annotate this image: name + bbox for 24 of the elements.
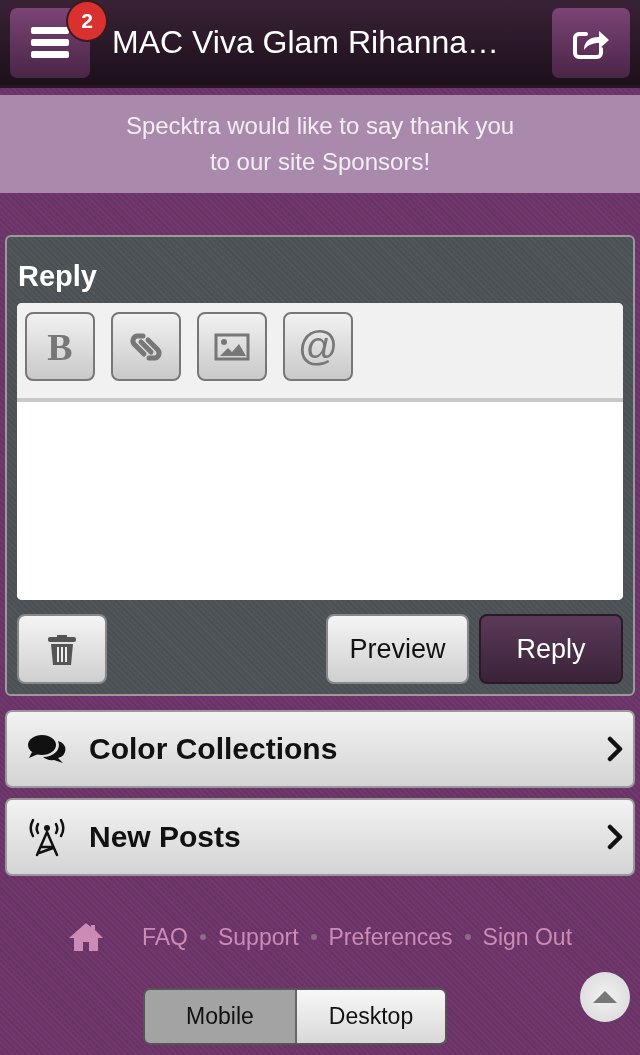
chevron-icon — [607, 736, 623, 762]
view-option[interactable]: Desktop — [295, 990, 445, 1043]
link-button[interactable] — [111, 312, 181, 381]
banner-text: Specktra would like to say thank you — [125, 111, 515, 141]
page-title: MAC Viva Glam Rihanna… — [111, 24, 501, 61]
scroll-top-button[interactable] — [580, 972, 630, 1022]
delete-button[interactable] — [17, 614, 107, 684]
chevron-icon — [607, 824, 623, 850]
nav-label: New Posts — [89, 820, 242, 854]
notification-badge: 2 — [68, 1, 106, 40]
up-arrow-icon — [592, 990, 618, 1004]
panel-title: Reply — [17, 259, 98, 294]
reply-button[interactable]: Reply — [479, 614, 623, 684]
preview-button[interactable]: Preview — [326, 614, 469, 684]
nav-label: Color Collections — [89, 732, 339, 766]
share-button[interactable] — [552, 7, 630, 78]
view-option[interactable]: Mobile — [145, 990, 295, 1043]
banner-text: to our site Sponsors! — [209, 147, 431, 177]
nav-item[interactable]: New Posts — [5, 798, 635, 876]
home-link[interactable] — [67, 922, 104, 952]
nav-item[interactable]: Color Collections — [5, 710, 635, 788]
image-button[interactable] — [197, 312, 267, 381]
image-icon — [214, 332, 250, 361]
menu-icon — [31, 26, 69, 59]
